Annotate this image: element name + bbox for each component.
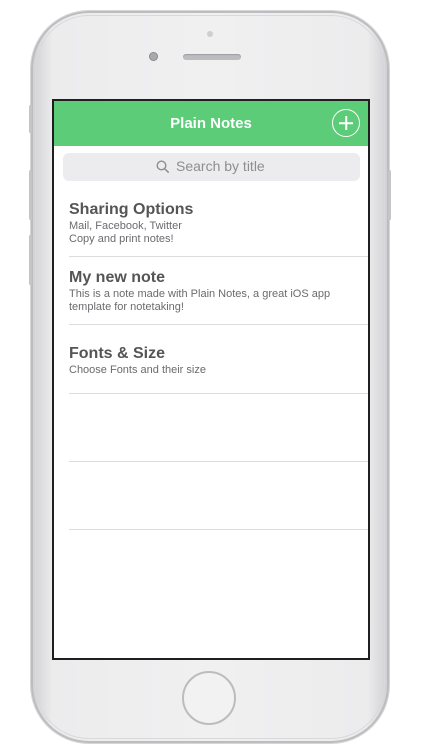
app-title: Plain Notes: [170, 115, 252, 132]
note-title: My new note: [69, 269, 166, 286]
mute-switch: [29, 235, 32, 285]
volume-up-button: [29, 105, 32, 133]
list-item-my-new-note[interactable]: My new note This is a note made with Pla…: [69, 269, 368, 314]
search-icon: [156, 160, 169, 173]
note-preview: Copy and print notes!: [69, 233, 174, 245]
list-item-fonts-size[interactable]: Fonts & Size Choose Fonts and their size: [69, 345, 368, 377]
note-preview: Choose Fonts and their size: [69, 364, 206, 376]
earpiece-speaker: [183, 54, 241, 60]
note-preview: template for notetaking!: [69, 301, 184, 313]
search-bar[interactable]: Search by title: [63, 153, 360, 181]
front-camera: [149, 52, 158, 61]
separator: [69, 393, 368, 394]
separator: [69, 529, 368, 530]
navigation-bar: Plain Notes: [54, 101, 368, 146]
separator: [69, 324, 368, 325]
proximity-sensor: [207, 31, 213, 37]
note-preview: Mail, Facebook, Twitter: [69, 220, 182, 232]
volume-down-button: [29, 170, 32, 220]
note-title: Fonts & Size: [69, 345, 166, 362]
separator: [69, 461, 368, 462]
power-button: [388, 170, 391, 220]
separator: [69, 256, 368, 257]
note-title: Sharing Options: [69, 201, 194, 218]
note-preview: This is a note made with Plain Notes, a …: [69, 288, 331, 300]
list-item-sharing-options[interactable]: Sharing Options Mail, Facebook, Twitter …: [69, 201, 368, 246]
search-placeholder: Search by title: [176, 158, 265, 174]
app-screen: Plain Notes Search by title Sharing Opti…: [52, 99, 370, 660]
home-button[interactable]: [182, 671, 236, 725]
add-note-button[interactable]: [332, 109, 360, 137]
